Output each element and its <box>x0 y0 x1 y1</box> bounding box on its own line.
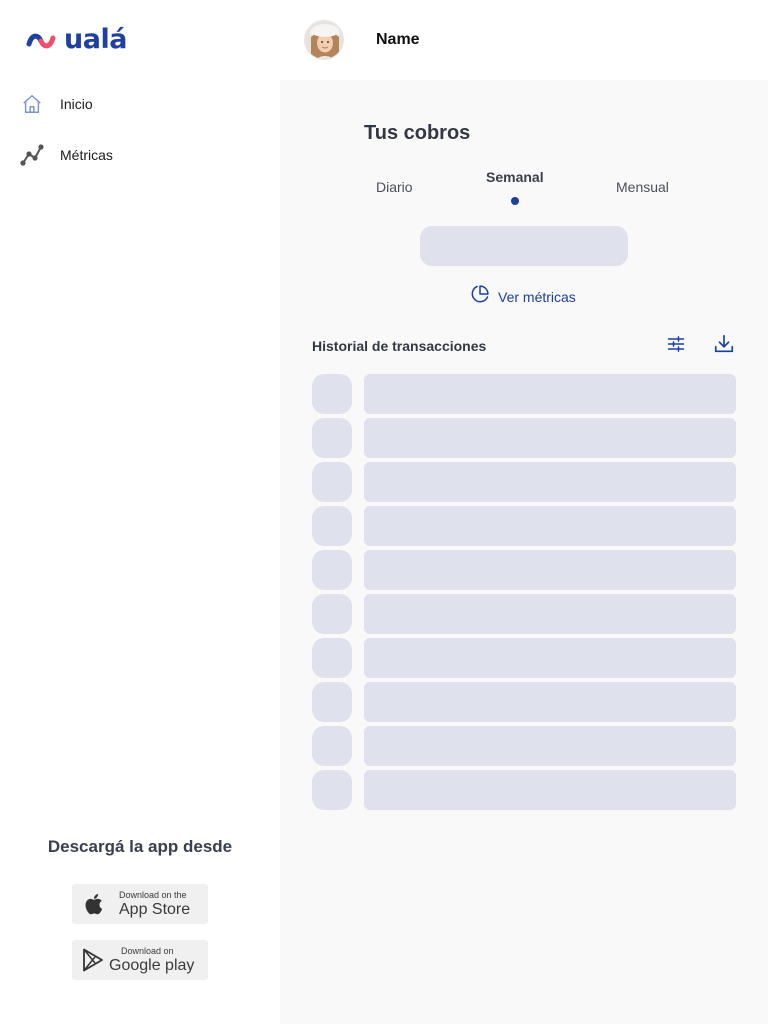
app-store-label: App Store <box>119 900 191 918</box>
active-tab-indicator <box>511 197 519 205</box>
ver-metricas-link[interactable]: Ver métricas <box>470 284 576 309</box>
transaction-row-skeleton <box>312 682 736 722</box>
sidebar: ualá Inicio Métricas Descargá la app des… <box>0 0 280 1024</box>
row-text-skeleton <box>364 418 736 458</box>
row-icon-skeleton <box>312 506 352 546</box>
filter-sliders-icon <box>666 334 686 359</box>
history-title: Historial de transacciones <box>312 338 487 354</box>
page-title: Tus cobros <box>364 122 471 144</box>
download-button[interactable] <box>712 334 736 358</box>
transaction-row-skeleton <box>312 506 736 546</box>
row-text-skeleton <box>364 638 736 678</box>
row-text-skeleton <box>364 462 736 502</box>
transaction-row-skeleton <box>312 418 736 458</box>
app-store-button[interactable]: Download on the App Store <box>72 884 208 924</box>
row-icon-skeleton <box>312 638 352 678</box>
uala-wave-icon <box>26 33 56 48</box>
google-play-button[interactable]: Download on Google play <box>72 940 208 980</box>
sidebar-item-label: Inicio <box>60 96 93 112</box>
transaction-row-skeleton <box>312 638 736 678</box>
main-content: Tus cobros Diario Semanal Mensual Ver mé… <box>280 80 768 1024</box>
tab-diario[interactable]: Diario <box>376 179 413 195</box>
top-header: Name <box>280 0 768 80</box>
ver-metricas-label: Ver métricas <box>498 288 576 305</box>
row-text-skeleton <box>364 594 736 634</box>
transaction-row-skeleton <box>312 374 736 414</box>
row-icon-skeleton <box>312 418 352 458</box>
transaction-list <box>312 374 736 814</box>
play-icon <box>81 948 105 972</box>
transaction-row-skeleton <box>312 594 736 634</box>
avatar[interactable] <box>304 20 344 60</box>
logo-wordmark: ualá <box>64 24 127 55</box>
amount-skeleton <box>420 226 628 266</box>
google-play-label: Google play <box>109 956 195 974</box>
row-icon-skeleton <box>312 550 352 590</box>
metrics-icon <box>20 143 44 167</box>
row-icon-skeleton <box>312 682 352 722</box>
row-icon-skeleton <box>312 594 352 634</box>
tab-semanal[interactable]: Semanal <box>486 169 544 185</box>
download-icon <box>713 333 735 360</box>
row-icon-skeleton <box>312 770 352 810</box>
transaction-row-skeleton <box>312 726 736 766</box>
row-text-skeleton <box>364 682 736 722</box>
apple-icon <box>81 892 105 916</box>
pie-chart-icon <box>470 284 490 309</box>
row-text-skeleton <box>364 726 736 766</box>
transaction-row-skeleton <box>312 770 736 810</box>
transaction-row-skeleton <box>312 462 736 502</box>
row-icon-skeleton <box>312 462 352 502</box>
sidebar-item-inicio[interactable]: Inicio <box>20 92 93 116</box>
row-icon-skeleton <box>312 374 352 414</box>
filter-button[interactable] <box>664 334 688 358</box>
sidebar-item-metricas[interactable]: Métricas <box>20 143 113 167</box>
home-icon <box>20 92 44 116</box>
row-text-skeleton <box>364 550 736 590</box>
row-text-skeleton <box>364 506 736 546</box>
app-store-caption: Download on the <box>119 889 187 900</box>
user-name: Name <box>376 31 420 48</box>
google-play-caption: Download on <box>121 945 174 956</box>
row-text-skeleton <box>364 770 736 810</box>
uala-logo[interactable]: ualá <box>26 26 127 53</box>
sidebar-item-label: Métricas <box>60 147 113 163</box>
row-icon-skeleton <box>312 726 352 766</box>
transaction-row-skeleton <box>312 550 736 590</box>
download-app-title: Descargá la app desde <box>47 837 233 856</box>
row-text-skeleton <box>364 374 736 414</box>
tab-mensual[interactable]: Mensual <box>616 179 669 195</box>
